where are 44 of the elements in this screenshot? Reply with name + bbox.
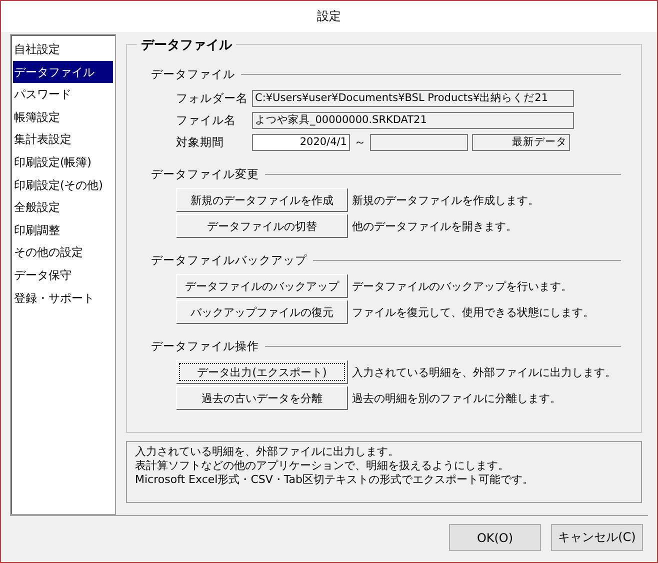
sidebar-item[interactable]: 全般設定: [13, 196, 113, 219]
field-label: ファイル名: [176, 112, 237, 128]
sidebar-item[interactable]: 帳簿設定: [13, 106, 113, 128]
field-label: 対象期間: [176, 134, 225, 150]
section-title: データファイル変更: [151, 166, 259, 182]
action-description: 新規のデータファイルを作成します。: [352, 192, 539, 208]
action-description: 他のデータファイルを開きます。: [352, 218, 517, 234]
help-text-line: 入力されている明細を、外部ファイルに出力します。: [135, 445, 400, 459]
action-description: ファイルを復元して、使用できる状態にします。: [352, 304, 594, 320]
input-field[interactable]: C:¥Users¥user¥Documents¥BSL Products¥出納らくだ21: [252, 90, 574, 106]
sidebar-item[interactable]: 登録・サポート: [13, 286, 113, 310]
action-description: 入力されている明細を、外部ファイルに出力します。: [352, 364, 616, 380]
action-button[interactable]: バックアップファイルの復元: [176, 300, 348, 324]
help-text-line: Microsoft Excel形式・CSV・Tab区切テキストの形式でエクスポート可能です。: [135, 473, 535, 487]
range-separator: ～: [354, 134, 366, 150]
input-field[interactable]: 最新データ: [472, 134, 570, 150]
sidebar-item[interactable]: 自社設定: [13, 38, 113, 61]
sidebar-item[interactable]: 集計表設定: [13, 128, 113, 151]
sidebar-item[interactable]: その他の設定: [13, 241, 113, 264]
input-field[interactable]: 2020/4/1: [252, 134, 350, 150]
section-title: データファイル: [151, 66, 235, 82]
sidebar-item[interactable]: データ保守: [13, 264, 113, 287]
action-description: データファイルのバックアップを行います。: [352, 278, 572, 294]
field-label: フォルダー名: [176, 90, 248, 106]
input-field[interactable]: よつや家具_00000000.SRKDAT21: [252, 112, 574, 128]
help-text-line: 表計算ソフトなどの他のアプリケーションで、明細を扱えるようにします。: [135, 459, 510, 473]
section-title: データファイルバックアップ: [151, 252, 307, 268]
sidebar-item[interactable]: データファイル: [13, 60, 113, 84]
sidebar-item[interactable]: 印刷設定(帳簿): [13, 150, 113, 174]
window-title: 設定: [317, 8, 341, 25]
action-button[interactable]: 過去の古いデータを分離: [176, 386, 348, 410]
section-title: データファイル操作: [151, 338, 259, 354]
action-button[interactable]: データ出力(エクスポート): [176, 360, 348, 384]
action-description: 過去の明細を別のファイルに分離します。: [352, 390, 561, 406]
action-button[interactable]: データファイルのバックアップ: [176, 274, 348, 298]
group-title: データファイル: [137, 36, 236, 54]
action-button[interactable]: データファイルの切替: [176, 214, 348, 238]
sidebar-item[interactable]: 印刷調整: [13, 218, 113, 242]
cancel-button[interactable]: キャンセル(C): [551, 524, 643, 551]
action-button[interactable]: 新規のデータファイルを作成: [176, 188, 348, 212]
sidebar-item[interactable]: 印刷設定(その他): [13, 174, 113, 196]
ok-button[interactable]: OK(O): [449, 524, 541, 551]
sidebar-item[interactable]: パスワード: [13, 83, 113, 106]
input-field[interactable]: [370, 134, 468, 150]
